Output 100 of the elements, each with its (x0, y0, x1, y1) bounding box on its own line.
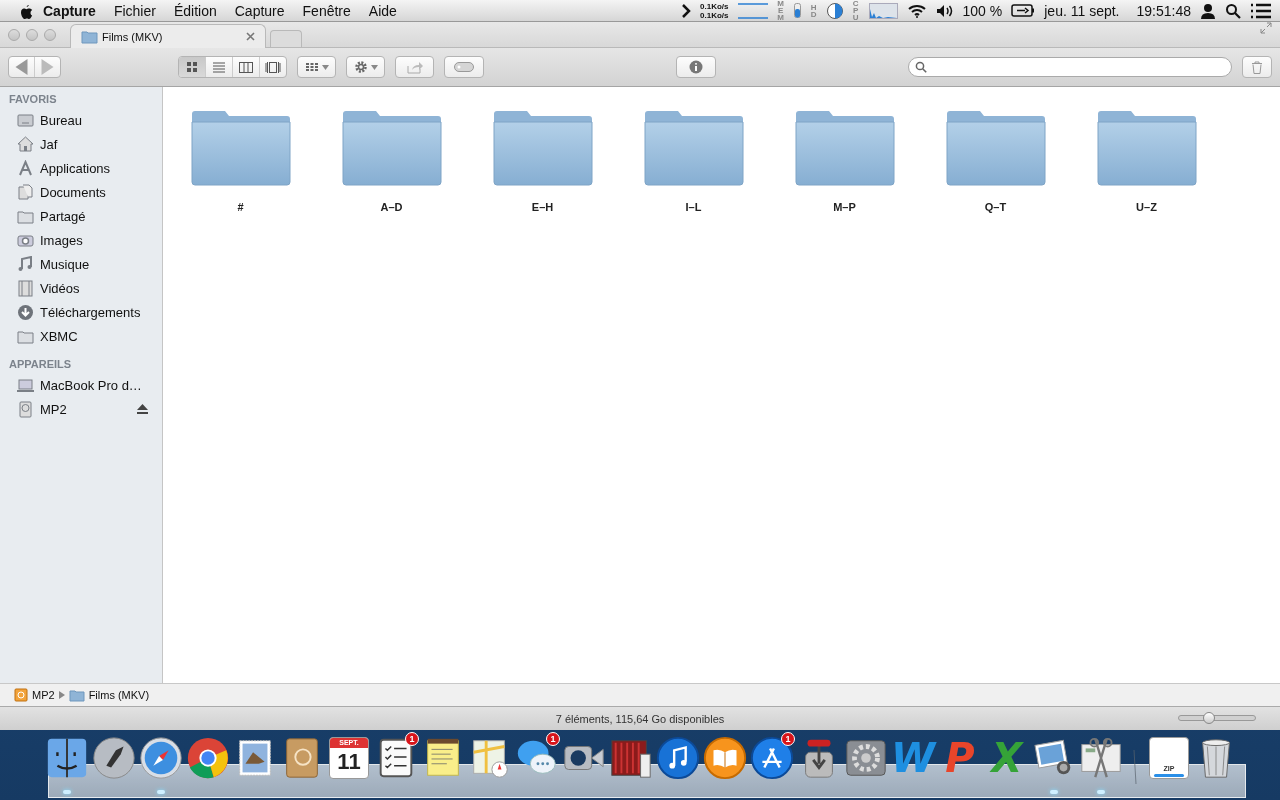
wifi-icon (906, 3, 927, 18)
memory-meter-icon (793, 3, 801, 18)
music-note-icon[interactable] (655, 734, 701, 782)
house-icon (17, 135, 34, 153)
notification-badge: 1 (546, 732, 560, 746)
menu-item[interactable]: Édition (164, 0, 226, 21)
cpu-label: CPU (851, 0, 860, 21)
window-tab[interactable]: Films (MKV) (70, 24, 266, 48)
hd-label: HD (809, 3, 818, 18)
upload-speed: 0.1Ko/s (700, 1, 729, 11)
icon-size-slider[interactable] (1178, 715, 1256, 721)
notification-badge: 1 (781, 732, 795, 746)
folder-label: I–L (685, 201, 702, 213)
menu-item[interactable]: Aide (359, 0, 406, 21)
folder-icon (1096, 109, 1197, 187)
menu-clock: 19:51:48 (1136, 2, 1191, 19)
chevron-icon (681, 3, 692, 18)
cpu-graph-icon (868, 2, 898, 19)
open-book-icon[interactable] (702, 734, 748, 782)
drive-icon (14, 688, 28, 702)
path-segment[interactable]: MP2 (32, 689, 55, 701)
music-note-icon (17, 255, 34, 273)
compass-icon[interactable] (138, 734, 184, 782)
folder-label: A–D (380, 201, 403, 213)
download-icon (17, 303, 34, 321)
calendar-day: 11 (337, 748, 361, 776)
folder-label: Q–T (984, 201, 1007, 213)
sidebar-item[interactable]: Bureau (0, 108, 162, 132)
fullscreen-icon (1260, 22, 1272, 34)
menu-icon (1250, 2, 1272, 19)
delete-button[interactable] (1242, 56, 1272, 78)
share-icon (406, 60, 423, 74)
sidebar-item[interactable]: Applications (0, 156, 162, 180)
app-store-icon[interactable] (749, 734, 795, 782)
grid-icon (304, 62, 319, 72)
sidebar-item[interactable]: Vidéos (0, 276, 162, 300)
mem-label: MEM (776, 0, 785, 21)
menu-item[interactable]: Capture (225, 0, 294, 21)
folder-icon (643, 109, 744, 187)
search-icon (1225, 2, 1241, 19)
sidebar-item[interactable]: Images (0, 228, 162, 252)
action-button[interactable] (346, 56, 385, 78)
tag-icon (454, 62, 474, 72)
arrange-button[interactable] (297, 56, 336, 78)
menu-item[interactable]: Fichier (104, 0, 165, 21)
sidebar-item[interactable]: Musique (0, 252, 162, 276)
folder-label: # (237, 201, 244, 213)
folder-label: E–H (531, 201, 554, 213)
folder-icon (68, 688, 85, 702)
sidebar-item[interactable]: Jaf (0, 132, 162, 156)
battery-percent: 100 % (962, 2, 1003, 19)
trash-icon (1251, 60, 1263, 74)
info-icon (689, 60, 703, 74)
sidebar-item[interactable]: Documents (0, 180, 162, 204)
caret-icon (321, 64, 329, 70)
sidebar-item[interactable]: MP2 (0, 397, 162, 421)
folder-icon (794, 109, 895, 187)
network-graph-icon (737, 2, 768, 19)
path-arrow-icon (58, 691, 65, 699)
gear-icon (353, 60, 368, 74)
desktop-icon (17, 111, 34, 129)
close-icon (246, 32, 255, 41)
download-speed: 0.1Ko/s (700, 10, 729, 20)
sidebar-item[interactable]: Téléchargements (0, 300, 162, 324)
folder-icon (492, 109, 593, 187)
path-segment[interactable]: Films (MKV) (88, 689, 150, 701)
caret-icon (370, 64, 378, 70)
film-icon (17, 279, 34, 297)
document-icon (17, 183, 34, 201)
disk-meter-icon (826, 2, 843, 19)
app-menu[interactable]: Capture (34, 0, 105, 21)
apps-icon (17, 159, 34, 177)
volume-icon (935, 3, 954, 18)
sidebar-heading: FAVORIS (8, 92, 58, 107)
info-button[interactable] (676, 56, 716, 78)
sidebar-item[interactable]: XBMC (0, 324, 162, 348)
slider-thumb[interactable] (1202, 712, 1215, 724)
sidebar-item[interactable]: Partagé (0, 204, 162, 228)
back-forward-buttons[interactable] (8, 56, 61, 78)
menu-item[interactable]: Fenêtre (293, 0, 360, 21)
folder-label: U–Z (1136, 201, 1157, 213)
folder-icon (341, 109, 442, 187)
tag-button[interactable] (444, 56, 484, 78)
folder-icon (81, 29, 98, 44)
folder-icon (945, 109, 1046, 187)
user-icon (1200, 2, 1216, 19)
dock-separator (1133, 750, 1137, 784)
view-mode-control[interactable] (178, 56, 287, 78)
search-icon (915, 61, 927, 73)
notification-badge: 1 (405, 732, 419, 746)
drive-icon (17, 400, 34, 418)
menu-date: jeu. 11 sept. (1044, 2, 1120, 19)
battery-icon (1011, 4, 1036, 17)
view-mode-button[interactable] (179, 57, 205, 77)
sidebar-item[interactable]: MacBook Pro d… (0, 373, 162, 397)
laptop-icon (17, 376, 34, 394)
search-field[interactable] (908, 57, 1232, 77)
folder-label: M–P (833, 201, 856, 213)
sidebar-heading: APPAREILS (8, 357, 73, 372)
status-text: 7 éléments, 115,64 Go disponibles (555, 712, 725, 725)
